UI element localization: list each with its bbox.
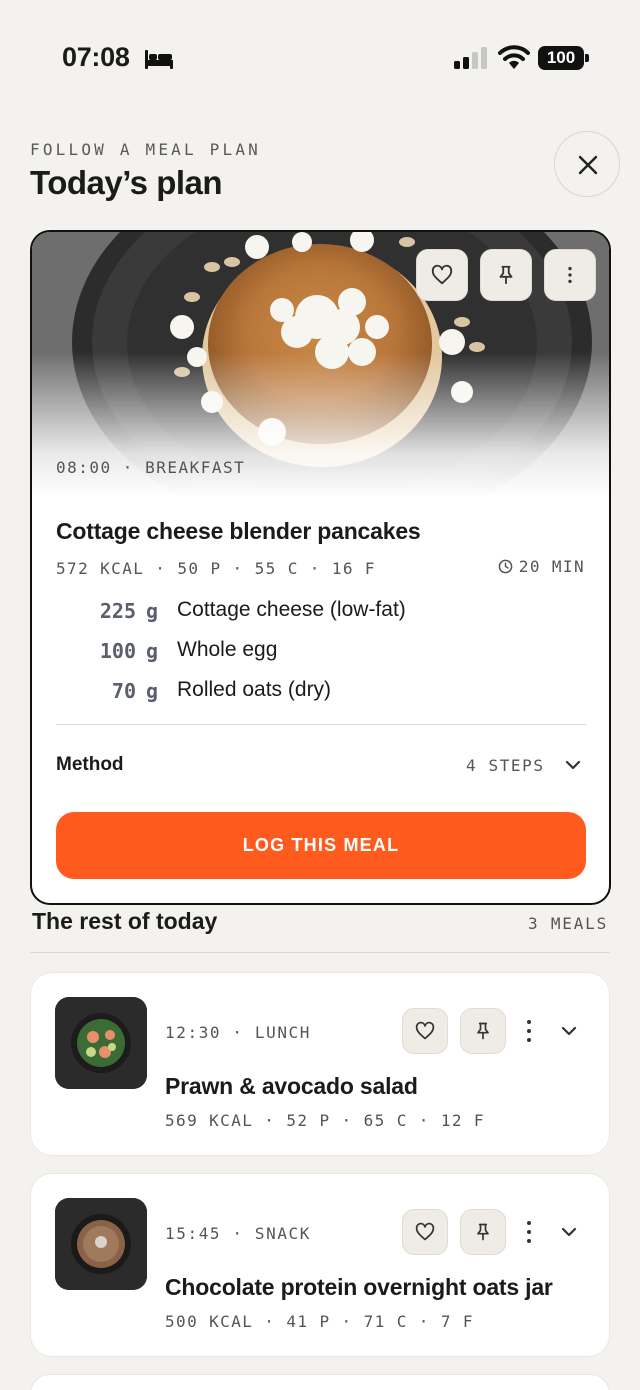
more-vertical-icon[interactable] xyxy=(522,1018,536,1044)
featured-meal-name: Cottage cheese blender pancakes xyxy=(56,518,421,544)
heart-icon xyxy=(431,264,453,285)
page-title: Today’s plan xyxy=(30,164,223,201)
meal-name: Chocolate protein overnight oats jar xyxy=(165,1274,553,1300)
cellular-signal-icon xyxy=(454,47,487,69)
section-title: The rest of today xyxy=(32,908,218,934)
ingredient-name: Whole egg xyxy=(177,638,278,661)
meal-count: 3 MEALS xyxy=(527,914,608,933)
section-divider xyxy=(56,724,586,725)
meal-name: Prawn & avocado salad xyxy=(165,1073,418,1099)
close-icon xyxy=(578,155,598,175)
page-eyebrow: FOLLOW A MEAL PLAN xyxy=(30,140,261,159)
ingredient-unit: g xyxy=(146,679,159,703)
favorite-button[interactable] xyxy=(402,1008,448,1054)
more-vertical-icon xyxy=(568,266,572,284)
favorite-button[interactable] xyxy=(416,249,468,301)
ingredient-unit: g xyxy=(146,599,159,623)
meal-card-snack[interactable]: 15:45 · SNACK Chocolate protein overnigh… xyxy=(30,1173,610,1357)
status-bar: 07:08 100 xyxy=(0,0,640,110)
battery-indicator: 100 xyxy=(538,46,590,70)
ingredient-name: Rolled oats (dry) xyxy=(177,678,332,701)
ingredient-row: 100 g Whole egg xyxy=(56,636,586,676)
wifi-icon xyxy=(498,45,530,69)
ingredient-quantity: 100 xyxy=(99,639,136,663)
meal-card-next[interactable] xyxy=(30,1374,610,1390)
close-button[interactable] xyxy=(554,131,620,197)
meal-card-lunch[interactable]: 12:30 · LUNCH Prawn & avocado salad 569 … xyxy=(30,972,610,1156)
meal-macros: 500 KCAL · 41 P · 71 C · 7 F xyxy=(165,1312,474,1331)
clock-icon xyxy=(498,559,513,574)
battery-tip xyxy=(585,54,589,62)
heart-icon xyxy=(415,1222,435,1241)
ingredient-quantity: 70 xyxy=(111,679,136,703)
method-toggle[interactable]: Method xyxy=(56,754,124,776)
pin-icon xyxy=(477,1022,489,1040)
featured-meal-card: 08:00 · BREAKFAST Cottage cheese blender… xyxy=(30,230,611,905)
oats-jar-photo xyxy=(55,1198,147,1290)
meal-time: 12:30 · LUNCH xyxy=(165,1023,312,1042)
pin-icon xyxy=(477,1223,489,1241)
featured-meal-macros: 572 KCAL · 50 P · 55 C · 16 F xyxy=(56,559,376,578)
chevron-down-icon[interactable] xyxy=(564,756,582,774)
chevron-down-icon[interactable] xyxy=(559,1021,579,1041)
ingredient-row: 225 g Cottage cheese (low-fat) xyxy=(56,596,586,636)
ingredient-unit: g xyxy=(146,639,159,663)
log-meal-button[interactable]: LOG THIS MEAL xyxy=(56,812,586,879)
pin-button[interactable] xyxy=(460,1209,506,1255)
chevron-down-icon[interactable] xyxy=(559,1222,579,1242)
meal-time: 15:45 · SNACK xyxy=(165,1224,312,1243)
more-vertical-icon[interactable] xyxy=(522,1219,536,1245)
status-time: 07:08 xyxy=(62,42,130,72)
heart-icon xyxy=(415,1021,435,1040)
meal-macros: 569 KCAL · 52 P · 65 C · 12 F xyxy=(165,1111,485,1130)
pin-button[interactable] xyxy=(460,1008,506,1054)
ingredient-row: 70 g Rolled oats (dry) xyxy=(56,676,586,716)
method-steps-count[interactable]: 4 STEPS xyxy=(466,756,545,775)
pin-icon xyxy=(499,265,513,285)
pin-button[interactable] xyxy=(480,249,532,301)
salad-photo xyxy=(55,997,147,1089)
prep-time-value: 20 MIN xyxy=(518,557,585,576)
section-divider xyxy=(30,952,610,953)
ingredient-name: Cottage cheese (low-fat) xyxy=(177,598,406,621)
bed-icon xyxy=(145,50,173,69)
ingredient-list: 225 g Cottage cheese (low-fat) 100 g Who… xyxy=(56,596,586,716)
battery-level: 100 xyxy=(538,46,584,70)
favorite-button[interactable] xyxy=(402,1209,448,1255)
featured-meal-time: 08:00 · BREAKFAST xyxy=(56,458,246,477)
more-options-button[interactable] xyxy=(544,249,596,301)
ingredient-quantity: 225 xyxy=(99,599,136,623)
prep-time: 20 MIN xyxy=(498,557,585,576)
